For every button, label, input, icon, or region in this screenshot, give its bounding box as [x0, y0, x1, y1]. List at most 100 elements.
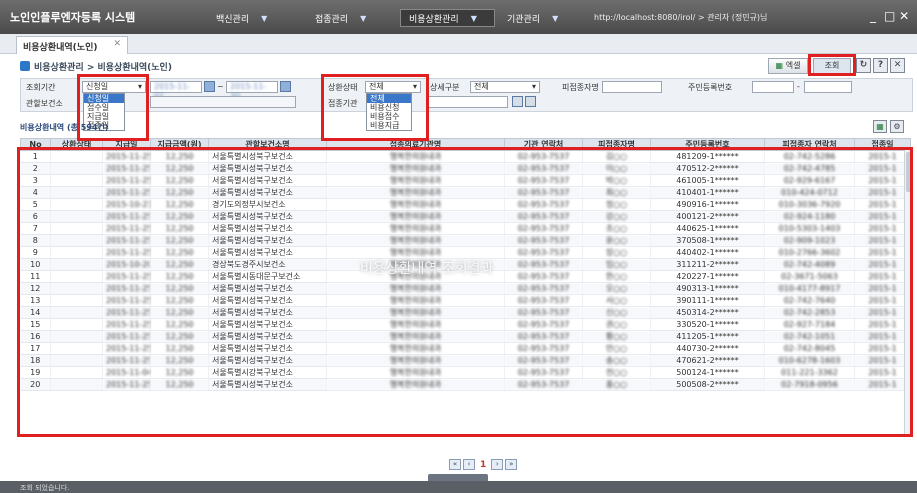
next-page-button[interactable]: ›: [491, 459, 504, 470]
column-header-no[interactable]: No: [20, 138, 51, 151]
current-page[interactable]: 1: [477, 460, 489, 470]
date-from-input[interactable]: 2015-11-01: [150, 81, 202, 101]
grid-excel-icon[interactable]: ▦: [873, 120, 887, 133]
org-input[interactable]: [426, 96, 508, 108]
table-row[interactable]: 16 2015-11-25 12,250 서울특별시성북구보건소 행복한의원내과 02-9…: [20, 330, 911, 343]
column-header-person[interactable]: 피접종자명: [582, 138, 651, 151]
cell-status: [50, 150, 103, 163]
table-row[interactable]: 4 2015-11-25 12,250 서울특별시성북구보건소 행복한의원내과 02-95…: [20, 186, 911, 199]
table-row[interactable]: 19 2015-11-04 12,250 서울특별시강북구보건소 행복한의원내과 02-9…: [20, 366, 911, 379]
cell-no: 14: [20, 306, 51, 319]
detail-select[interactable]: 전체 ▾: [470, 81, 540, 93]
table-row[interactable]: 1 2015-11-25 12,250 서울특별시성북구보건소 행복한의원내과 02-95…: [20, 150, 911, 163]
cell-amount: 12,250: [150, 318, 209, 331]
column-header-tel[interactable]: 피접종자 연락처: [764, 138, 855, 151]
table-row[interactable]: 12 2015-11-25 12,250 서울특별시성북구보건소 행복한의원내과 02-9…: [20, 282, 911, 295]
refresh-icon[interactable]: ↻: [856, 58, 871, 73]
column-header-amount[interactable]: 지급금액(원): [150, 138, 209, 151]
rrn-back-input[interactable]: [804, 81, 852, 93]
cell-date: 2015-1: [854, 258, 911, 271]
menu-immunization[interactable]: 접종관리 ▼: [307, 9, 395, 27]
menu-vaccine[interactable]: 백신관리 ▼: [208, 9, 303, 27]
cell-tel: 010-5303-1403: [764, 222, 855, 235]
org-search-icon[interactable]: [512, 96, 523, 107]
grid-settings-icon[interactable]: ⚙: [890, 120, 904, 133]
menu-institution[interactable]: 기관관리 ▼: [499, 9, 589, 27]
close-icon[interactable]: ✕: [890, 58, 905, 73]
table-row[interactable]: 7 2015-11-25 12,250 서울특별시성북구보건소 행복한의원내과 02-95…: [20, 222, 911, 235]
table-row[interactable]: 14 2015-11-25 12,250 서울특별시성북구보건소 행복한의원내과 02-9…: [20, 306, 911, 319]
table-row[interactable]: 8 2015-11-25 12,250 서울특별시성북구보건소 행복한의원내과 02-95…: [20, 234, 911, 247]
table-row[interactable]: 9 2015-11-25 12,250 서울특별시성북구보건소 행복한의원내과 02-95…: [20, 246, 911, 259]
grid-scrollbar[interactable]: [904, 150, 913, 434]
column-header-pay-date[interactable]: 지급일: [102, 138, 151, 151]
period-select[interactable]: 신청일 ▾: [82, 81, 146, 93]
cell-person: 박○○: [582, 174, 651, 187]
tab-reimbursement-history[interactable]: 비용상환내역(노인) ✕: [16, 36, 128, 54]
table-row[interactable]: 2 2015-11-25 12,250 서울특별시성북구보건소 행복한의원내과 02-95…: [20, 162, 911, 175]
chevron-down-icon: ▾: [412, 82, 417, 91]
calendar-icon[interactable]: [280, 81, 291, 92]
collapse-handle[interactable]: [428, 474, 488, 481]
table-row[interactable]: 20 2015-11-25 12,250 서울특별시성북구보건소 행복한의원내과 02-9…: [20, 378, 911, 391]
cell-org: 행복한의원내과: [326, 222, 505, 235]
org-label: 접종기관: [328, 99, 358, 108]
cell-org-tel: 02-953-7537: [504, 174, 583, 187]
org-clear-icon[interactable]: [525, 96, 536, 107]
table-row[interactable]: 18 2015-11-25 12,250 서울특별시성북구보건소 행복한의원내과 02-9…: [20, 354, 911, 367]
column-header-center[interactable]: 관할보건소명: [208, 138, 327, 151]
close-window-button[interactable]: □ ✕: [884, 9, 909, 23]
table-header-row: No 상환상태 지급일 지급금액(원) 관할보건소명 접종의료기관명 기관 연락…: [20, 138, 911, 151]
cell-tel: 010-2766-3602: [764, 246, 855, 259]
status-option[interactable]: 비용신청: [367, 103, 411, 112]
search-button[interactable]: 조회: [813, 58, 851, 74]
rrn-front-input[interactable]: [752, 81, 794, 93]
calendar-icon[interactable]: [204, 81, 215, 92]
cell-amount: 12,250: [150, 162, 209, 175]
column-header-org[interactable]: 접종의료기관명: [326, 138, 505, 151]
cell-no: 8: [20, 234, 51, 247]
date-to-input[interactable]: 2015-11-30: [226, 81, 278, 101]
menu-reimbursement[interactable]: 비용상환관리 ▼: [400, 9, 495, 27]
cell-pay-date: 2015-11-25: [102, 282, 151, 295]
table-row[interactable]: 5 2015-10-21 12,250 경기도의정부시보건소 행복한의원내과 02-953…: [20, 198, 911, 211]
status-select[interactable]: 전체 ▾: [365, 81, 421, 93]
cell-date: 2015-1: [854, 354, 911, 367]
tab-strip: 비용상환내역(노인) ✕: [0, 34, 917, 54]
minimize-button[interactable]: _: [870, 9, 876, 23]
cell-status: [50, 282, 103, 295]
excel-button[interactable]: ▦ 엑셀: [768, 58, 808, 74]
pagination: « ‹ 1 › »: [449, 459, 518, 470]
cell-org-tel: 02-953-7537: [504, 222, 583, 235]
close-icon[interactable]: ✕: [113, 39, 121, 49]
table-row[interactable]: 3 2015-11-25 12,250 서울특별시성북구보건소 행복한의원내과 02-95…: [20, 174, 911, 187]
cell-status: [50, 174, 103, 187]
table-row[interactable]: 17 2015-11-25 12,250 서울특별시성북구보건소 행복한의원내과 02-9…: [20, 342, 911, 355]
last-page-button[interactable]: »: [505, 459, 518, 470]
cell-person: 최○○: [582, 186, 651, 199]
scroll-thumb[interactable]: [906, 152, 912, 192]
cell-amount: 12,250: [150, 270, 209, 283]
first-page-button[interactable]: «: [449, 459, 461, 470]
table-row[interactable]: 13 2015-11-25 12,250 서울특별시성북구보건소 행복한의원내과 02-9…: [20, 294, 911, 307]
column-header-date[interactable]: 접종일: [854, 138, 911, 151]
column-header-status[interactable]: 상환상태: [50, 138, 103, 151]
page-icon: [20, 61, 30, 71]
help-icon[interactable]: ?: [873, 58, 888, 73]
person-input[interactable]: [602, 81, 662, 93]
table-row[interactable]: 15 2015-11-25 12,250 서울특별시성북구보건소 행복한의원내과 02-9…: [20, 318, 911, 331]
cell-status: [50, 318, 103, 331]
period-option[interactable]: 신청일: [84, 94, 124, 103]
prev-page-button[interactable]: ‹: [463, 459, 475, 470]
cell-org-tel: 02-953-7537: [504, 198, 583, 211]
cell-org-tel: 02-953-7537: [504, 258, 583, 271]
status-option[interactable]: 전체: [367, 94, 411, 103]
cell-org-tel: 02-953-7537: [504, 270, 583, 283]
table-row[interactable]: 6 2015-11-25 12,250 서울특별시성북구보건소 행복한의원내과 02-95…: [20, 210, 911, 223]
column-header-rrn[interactable]: 주민등록번호: [650, 138, 765, 151]
column-header-org-tel[interactable]: 기관 연락처: [504, 138, 583, 151]
center-input[interactable]: [150, 96, 296, 108]
period-option[interactable]: 접수일: [84, 103, 124, 112]
detail-label: 상세구분: [430, 83, 460, 92]
cell-no: 11: [20, 270, 51, 283]
